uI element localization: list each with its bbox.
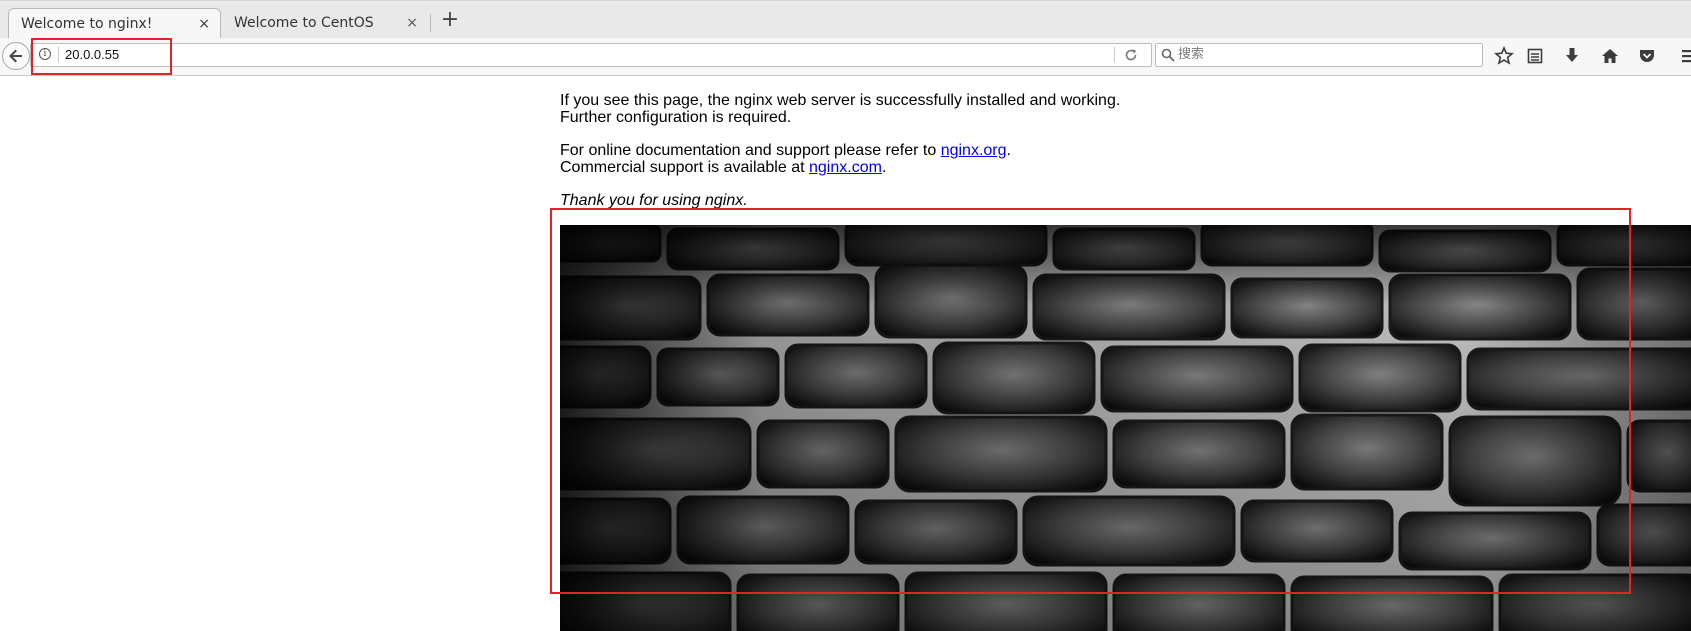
new-tab-button[interactable]: + — [438, 9, 462, 33]
home-icon[interactable] — [1600, 46, 1620, 66]
nginx-com-link[interactable]: nginx.com — [809, 159, 882, 176]
url-divider — [1114, 47, 1115, 63]
search-bar[interactable]: 搜索 — [1155, 43, 1483, 67]
tab-separator — [430, 14, 431, 32]
doc-prefix: For online documentation and support ple… — [560, 142, 941, 159]
image-highlight-box — [550, 208, 1631, 594]
close-tab-icon[interactable]: × — [406, 9, 418, 37]
search-placeholder[interactable]: 搜索 — [1178, 44, 1204, 66]
address-bar[interactable]: i 20.0.0.55 — [30, 43, 1152, 67]
menu-icon[interactable] — [1680, 46, 1691, 66]
tab-welcome-to-nginx[interactable]: Welcome to nginx! × — [8, 8, 221, 39]
commercial-suffix: . — [881, 159, 887, 176]
tab-welcome-to-centos[interactable]: Welcome to CentOS × — [222, 8, 430, 39]
close-tab-icon[interactable]: × — [198, 10, 210, 38]
doc-suffix: . — [1006, 142, 1011, 159]
support-paragraph: For online documentation and support ple… — [560, 142, 1120, 176]
intro-line-2: Further configuration is required. — [560, 109, 792, 126]
back-button[interactable] — [2, 42, 30, 70]
star-icon[interactable] — [1494, 46, 1514, 66]
nginx-org-link[interactable]: nginx.org — [941, 142, 1007, 159]
navigation-bar: i 20.0.0.55 搜索 — [0, 38, 1691, 76]
pocket-icon[interactable] — [1637, 46, 1657, 66]
thanks-text: Thank you for using nginx. — [560, 192, 748, 209]
back-arrow-icon — [9, 49, 22, 63]
download-icon[interactable] — [1562, 46, 1582, 66]
tab-strip: Welcome to nginx! × Welcome to CentOS × … — [0, 0, 1691, 40]
tab-title: Welcome to nginx! — [21, 16, 153, 32]
address-highlight-box — [31, 38, 172, 75]
intro-line-1: If you see this page, the nginx web serv… — [560, 92, 1121, 109]
intro-paragraph: If you see this page, the nginx web serv… — [560, 92, 1120, 126]
reload-icon[interactable] — [1124, 48, 1138, 62]
commercial-prefix: Commercial support is available at — [560, 159, 809, 176]
reader-list-icon[interactable] — [1525, 46, 1545, 66]
tab-title: Welcome to CentOS — [234, 15, 374, 31]
nginx-welcome-content: If you see this page, the nginx web serv… — [560, 92, 1120, 225]
search-icon — [1161, 48, 1175, 62]
